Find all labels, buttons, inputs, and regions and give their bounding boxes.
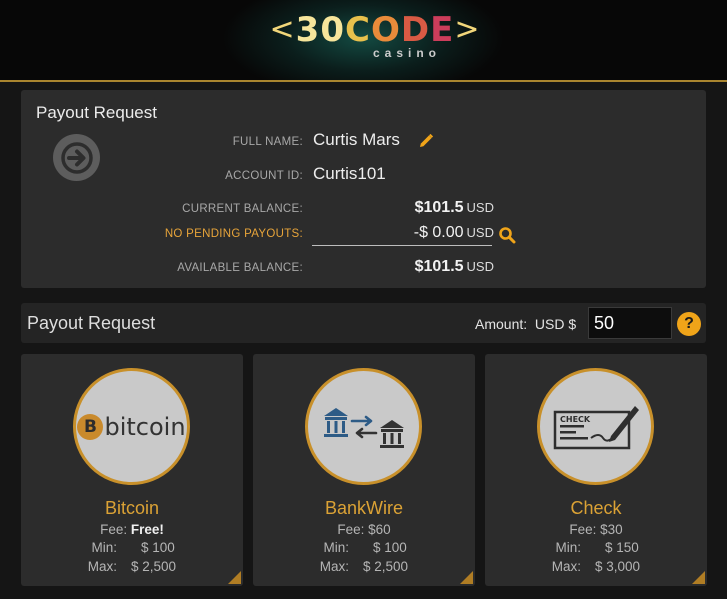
- card-corner-marker: [692, 571, 705, 584]
- fee-label: Fee:: [337, 522, 365, 537]
- method-min: Min: $ 100: [253, 540, 475, 558]
- max-label: Max:: [87, 559, 117, 574]
- account-id-label: ACCOUNT ID:: [225, 170, 303, 182]
- method-min: Min: $ 100: [21, 540, 243, 558]
- method-name: Check: [570, 498, 622, 518]
- fee-label: Fee:: [100, 522, 128, 537]
- logo-bracket-right: >: [454, 12, 481, 47]
- pending-underline: [312, 245, 492, 246]
- bitcoin-logo: Bbitcoin: [73, 368, 190, 485]
- method-name: BankWire: [324, 498, 404, 518]
- account-id-row: ACCOUNT ID: Curtis101: [21, 164, 706, 188]
- payout-request-bar: Payout Request Amount: USD $ ?: [21, 303, 706, 343]
- method-fee: Fee: Free!: [21, 522, 243, 537]
- min-label: Min:: [323, 540, 349, 555]
- casino-logo[interactable]: < 30 C O D E > casino: [265, 12, 485, 64]
- max-value: $ 2,500: [131, 559, 177, 574]
- available-balance-label: AVAILABLE BALANCE:: [177, 262, 303, 274]
- logo-letter: O: [370, 10, 401, 50]
- card-corner-marker: [460, 571, 473, 584]
- bank-transfer-icon: [323, 407, 404, 448]
- amount-label-text: Amount:: [475, 316, 528, 332]
- max-value: $ 2,500: [363, 559, 409, 574]
- payout-method-check[interactable]: CHECK Check Fee: $30 Min: $ 150 Max: $ 3…: [485, 354, 707, 586]
- fee-value: Free!: [130, 522, 164, 537]
- currency-unit: USD: [466, 225, 494, 240]
- available-balance-amount: $101.5 USD: [415, 258, 494, 276]
- min-label: Min:: [555, 540, 581, 555]
- method-max: Max: $ 3,000: [485, 559, 707, 577]
- fee-label: Fee:: [569, 522, 597, 537]
- bitcoin-icon: B: [77, 413, 104, 440]
- site-header: < 30 C O D E > casino: [0, 0, 727, 82]
- method-max: Max: $ 2,500: [253, 559, 475, 577]
- currency-unit: USD: [466, 259, 494, 274]
- logo-bracket-left: <: [269, 12, 296, 47]
- currency-unit: USD: [466, 200, 494, 215]
- amount-input[interactable]: [588, 307, 672, 339]
- min-label: Min:: [91, 540, 117, 555]
- logo-letter: C: [345, 10, 371, 50]
- panel-title: Payout Request: [36, 103, 157, 122]
- card-corner-marker: [228, 571, 241, 584]
- max-label: Max:: [551, 559, 581, 574]
- pending-payouts-label[interactable]: NO PENDING PAYOUTS:: [165, 228, 303, 240]
- pencil-icon[interactable]: [417, 132, 435, 150]
- logo-digits: 30: [295, 10, 345, 50]
- payout-request-title: Payout Request: [27, 313, 156, 333]
- fee-value: $30: [600, 522, 623, 537]
- fee-value: $60: [368, 522, 391, 537]
- max-value: $ 3,000: [595, 559, 641, 574]
- logo-wordmark: < 30 C O D E >: [265, 12, 485, 48]
- account-id-value: Curtis101: [313, 164, 386, 183]
- current-balance-row: CURRENT BALANCE: $101.5 USD: [21, 199, 706, 223]
- current-balance-value: $101.5: [414, 199, 464, 216]
- available-balance-row: AVAILABLE BALANCE: $101.5 USD: [21, 258, 706, 282]
- min-value: $ 100: [373, 540, 407, 555]
- currency-prefix: USD $: [534, 316, 577, 332]
- amount-label: Amount: USD $: [475, 316, 576, 332]
- check-label: CHECK: [560, 415, 591, 424]
- payout-method-bitcoin[interactable]: Bbitcoin Bitcoin Fee: Free! Min: $ 100 M…: [21, 354, 243, 586]
- current-balance-amount: $101.5 USD: [415, 199, 494, 217]
- question-icon[interactable]: ?: [677, 312, 701, 336]
- check-logo: CHECK: [537, 368, 654, 485]
- bitcoin-logo-text: bitcoin: [104, 412, 186, 441]
- available-balance-value: $101.5: [414, 258, 464, 275]
- bankwire-logo: [305, 368, 422, 485]
- method-max: Max: $ 2,500: [21, 559, 243, 577]
- min-value: $ 150: [605, 540, 639, 555]
- pending-payouts-amount: -$ 0.00 USD: [414, 224, 494, 242]
- full-name-label: FULL NAME:: [232, 136, 303, 148]
- method-fee: Fee: $60: [253, 522, 475, 537]
- check-icon: CHECK: [553, 405, 639, 449]
- min-value: $ 100: [141, 540, 175, 555]
- logo-letter: D: [400, 10, 431, 50]
- pending-payouts-value: -$ 0.00: [413, 224, 464, 241]
- method-min: Min: $ 150: [485, 540, 707, 558]
- full-name-value: Curtis Mars: [313, 130, 400, 149]
- payout-summary-panel: Payout Request FULL NAME: Curtis Mars AC…: [21, 90, 706, 288]
- full-name-row: FULL NAME: Curtis Mars: [21, 130, 706, 154]
- method-name: Bitcoin: [104, 498, 160, 518]
- max-label: Max:: [319, 559, 349, 574]
- payout-method-bankwire[interactable]: BankWire Fee: $60 Min: $ 100 Max: $ 2,50…: [253, 354, 475, 586]
- method-fee: Fee: $30: [485, 522, 707, 537]
- current-balance-label: CURRENT BALANCE:: [182, 203, 303, 215]
- magnifier-icon[interactable]: [497, 225, 517, 245]
- logo-letter: E: [430, 10, 455, 50]
